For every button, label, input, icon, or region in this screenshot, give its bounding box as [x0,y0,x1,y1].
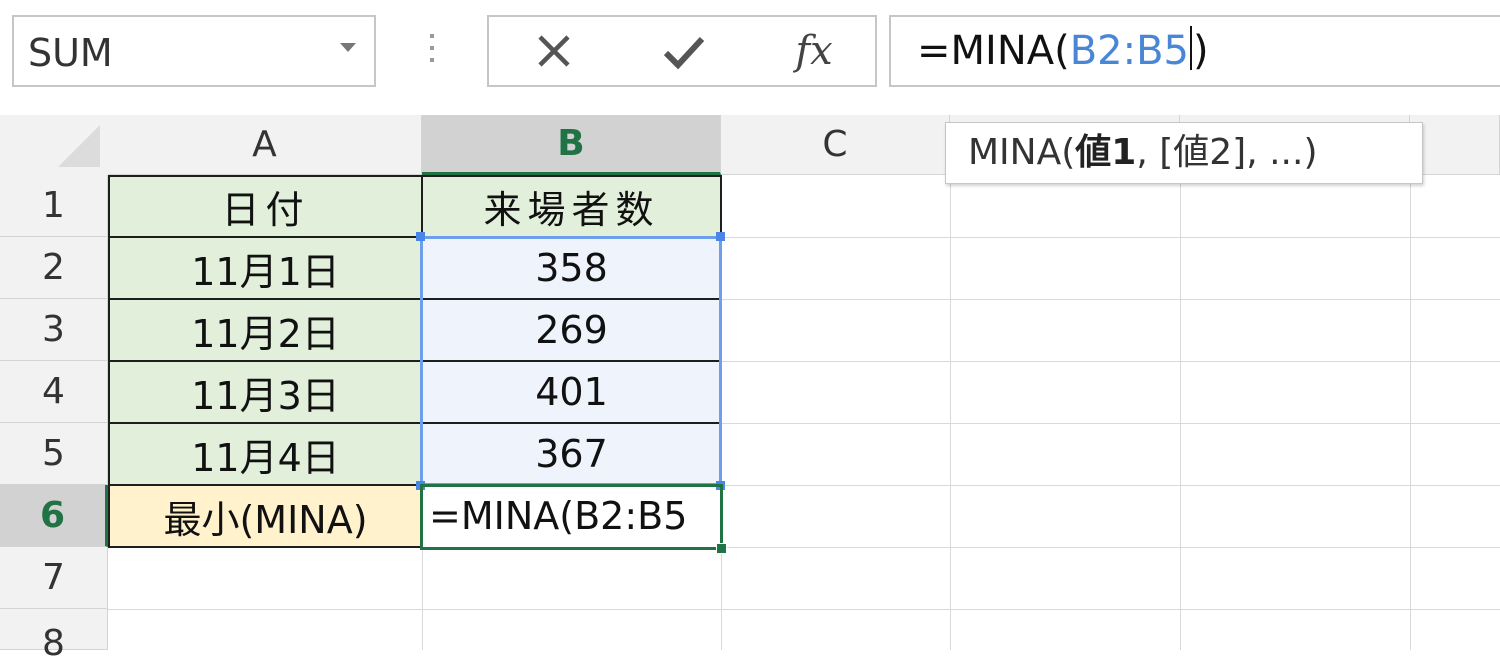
tooltip-func: MINA( [968,132,1076,173]
gridline [1410,175,1411,650]
formula-input[interactable]: =MINA(B2:B5) [889,15,1500,87]
range-handle[interactable] [416,232,425,241]
formula-bar-area: SUM fx =MINA(B2:B5) [0,0,1500,115]
gridline [950,175,951,650]
cell-b1[interactable]: 来場者数 [421,175,722,238]
cell-b5[interactable]: 367 [421,422,722,486]
drag-handle-icon[interactable] [428,34,436,70]
formula-prefix: =MINA( [917,28,1070,74]
range-handle[interactable] [716,232,725,241]
cell-a6[interactable]: 最小(MINA) [108,484,423,548]
fill-handle[interactable] [716,543,727,554]
row-header-3[interactable]: 3 [0,299,108,361]
chevron-down-icon[interactable] [340,43,356,52]
row-header-7[interactable]: 7 [0,547,108,609]
cell-a4[interactable]: 11月3日 [108,360,423,424]
enter-button[interactable] [644,23,724,79]
cell-b4[interactable]: 401 [421,360,722,424]
row-header-2[interactable]: 2 [0,237,108,299]
function-tooltip: MINA(値1, [値2], ...) [945,122,1423,184]
gridline [422,547,423,650]
cell-a3[interactable]: 11月2日 [108,298,423,362]
column-header-b[interactable]: B [422,115,721,175]
column-header-c[interactable]: C [721,115,950,175]
gridline [1180,175,1181,650]
text-caret [1189,26,1192,70]
tooltip-rest: , [値2], ...) [1136,132,1318,173]
tooltip-current-arg[interactable]: 値1 [1075,132,1136,173]
insert-function-button[interactable]: fx [774,23,854,79]
formula-buttons: fx [487,15,877,87]
select-all-button[interactable] [0,115,108,175]
name-box[interactable]: SUM [12,15,376,87]
checkmark-icon [663,36,705,70]
cell-a5[interactable]: 11月4日 [108,422,423,486]
row-header-6[interactable]: 6 [0,485,108,547]
close-icon [538,35,570,67]
column-header-a[interactable]: A [108,115,422,175]
active-cell-border [420,484,723,550]
row-header-4[interactable]: 4 [0,361,108,423]
row-header-5[interactable]: 5 [0,423,108,485]
cell-a1[interactable]: 日付 [108,175,423,238]
formula-suffix: ) [1192,28,1209,74]
formula-range-ref: B2:B5 [1069,28,1189,74]
column-header-f[interactable] [1410,115,1500,175]
name-box-value: SUM [28,31,113,75]
cell-b3[interactable]: 269 [421,298,722,362]
gridline [721,547,722,650]
row-header-1[interactable]: 1 [0,175,108,237]
cancel-button[interactable] [514,23,594,79]
row-header-8[interactable]: 8 [0,609,108,664]
fx-icon: fx [795,28,833,74]
cell-b2[interactable]: 358 [421,236,722,300]
gridline [108,609,1500,610]
cell-a2[interactable]: 11月1日 [108,236,423,300]
